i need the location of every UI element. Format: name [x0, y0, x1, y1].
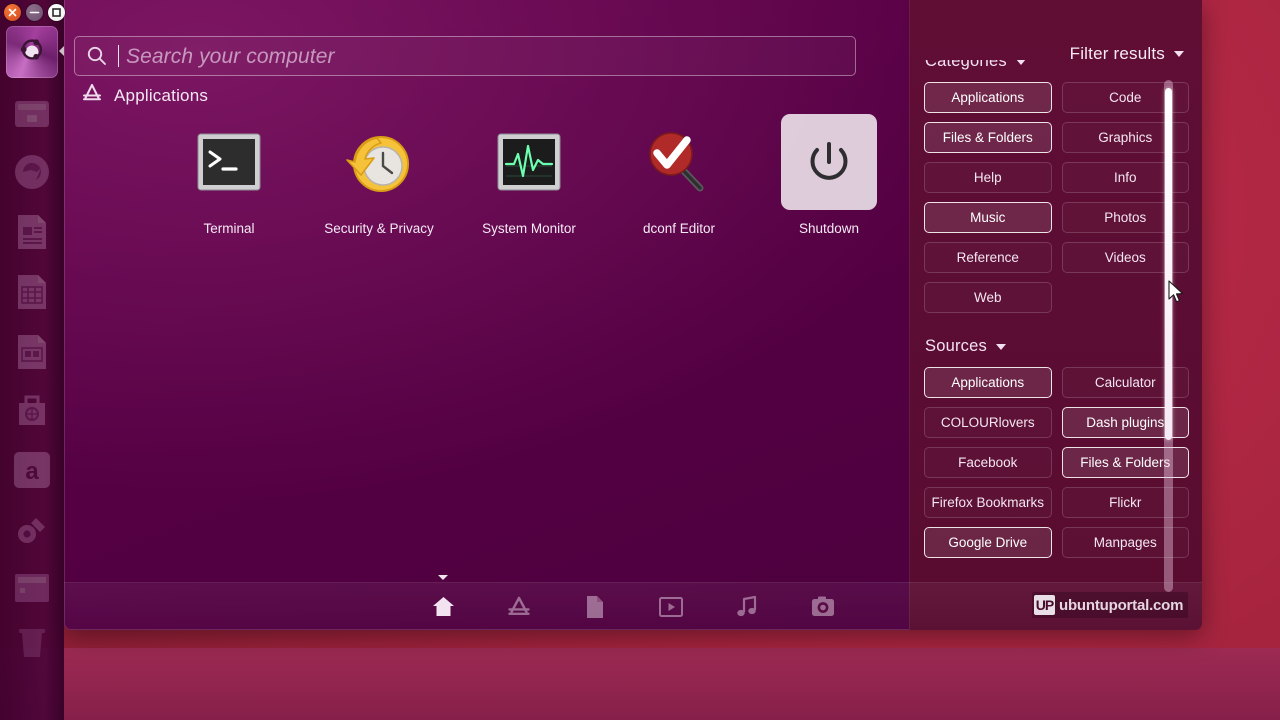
filter-group-header[interactable]: Categories: [924, 60, 1189, 71]
active-lens-caret-icon: [438, 574, 448, 580]
watermark-logo: UP: [1034, 595, 1055, 615]
filter-category-music[interactable]: Music: [924, 202, 1052, 233]
app-tile-shutdown[interactable]: Shutdown: [754, 114, 904, 236]
app-label: Shutdown: [798, 221, 860, 236]
launcher-item-impress[interactable]: [10, 330, 54, 374]
filter-category-files-folders[interactable]: Files & Folders: [924, 122, 1052, 153]
minimize-icon[interactable]: [26, 4, 43, 21]
filter-source-facebook[interactable]: Facebook: [924, 447, 1052, 478]
filter-group-header[interactable]: Sources: [924, 337, 1189, 356]
power-icon: [781, 114, 877, 210]
applications-lens[interactable]: [506, 594, 532, 620]
photos-lens[interactable]: [810, 594, 836, 620]
filter-source-colourlovers[interactable]: COLOURlovers: [924, 407, 1052, 438]
filter-source-google-drive[interactable]: Google Drive: [924, 527, 1052, 558]
text-cursor: [118, 45, 119, 67]
close-icon[interactable]: [4, 4, 21, 21]
window-controls[interactable]: [4, 4, 65, 21]
application-results-grid[interactable]: Terminal Security & Privacy System Monit…: [154, 114, 904, 236]
category-filter-grid[interactable]: Applications Code Files & Folders Graphi…: [924, 82, 1189, 313]
filter-category-web[interactable]: Web: [924, 282, 1052, 313]
launcher-item-amazon[interactable]: a: [10, 448, 54, 492]
launcher-arrow-icon: [59, 46, 64, 56]
ubuntu-logo: [17, 35, 47, 70]
results-section-header: Applications: [82, 84, 208, 107]
filter-group-sources: Sources Applications Calculator COLOURlo…: [910, 337, 1202, 558]
unity-launcher[interactable]: a: [0, 0, 65, 720]
launcher-item-system-settings[interactable]: [10, 508, 54, 552]
filter-category-applications[interactable]: Applications: [924, 82, 1052, 113]
launcher-item-files[interactable]: [10, 92, 54, 136]
chevron-down-icon: [995, 343, 1006, 350]
app-tile-security-privacy[interactable]: Security & Privacy: [304, 114, 454, 236]
launcher-item-firefox[interactable]: [10, 150, 54, 194]
app-tile-dconf-editor[interactable]: dconf Editor: [604, 114, 754, 236]
source-filter-grid[interactable]: Applications Calculator COLOURlovers Das…: [924, 367, 1189, 558]
launcher-item-software-center[interactable]: [10, 388, 54, 432]
launcher-item-workspace-switcher[interactable]: [10, 566, 54, 610]
desktop-wallpaper-lower: [0, 648, 1280, 720]
search-input[interactable]: Search your computer: [74, 36, 856, 76]
filter-category-help[interactable]: Help: [924, 162, 1052, 193]
filter-source-applications[interactable]: Applications: [924, 367, 1052, 398]
music-lens[interactable]: [734, 594, 760, 620]
app-label: dconf Editor: [642, 221, 716, 236]
filter-panel: Filter results Categories Applications C…: [909, 0, 1202, 630]
ubuntu-dash-button[interactable]: [6, 26, 58, 78]
app-label: Security & Privacy: [324, 221, 434, 236]
filter-source-firefox-bookmarks[interactable]: Firefox Bookmarks: [924, 487, 1052, 518]
watermark-text: ubuntuportal.com: [1059, 596, 1184, 614]
chevron-down-icon: [1015, 60, 1026, 65]
security-privacy-icon: [331, 114, 427, 210]
files-lens[interactable]: [582, 594, 608, 620]
unity-dash: Search your computer Applications Termin…: [64, 0, 1202, 630]
filter-scrollbar-thumb[interactable]: [1165, 88, 1172, 440]
app-label: Terminal: [203, 221, 255, 236]
filter-group-title: Categories: [925, 60, 1007, 70]
svg-text:a: a: [25, 458, 39, 485]
applications-lens-icon: [82, 84, 102, 107]
filter-category-reference[interactable]: Reference: [924, 242, 1052, 273]
home-lens[interactable]: [430, 574, 456, 620]
mouse-cursor: [1168, 280, 1185, 310]
search-icon: [86, 45, 108, 67]
launcher-item-writer[interactable]: [10, 210, 54, 254]
watermark: UP ubuntuportal.com: [1032, 592, 1189, 618]
results-section-title: Applications: [114, 85, 209, 105]
maximize-icon[interactable]: [48, 4, 65, 21]
dconf-editor-icon: [631, 114, 727, 210]
search-placeholder: Search your computer: [126, 44, 335, 68]
filter-scroll-area[interactable]: Categories Applications Code Files & Fol…: [910, 60, 1202, 590]
video-lens[interactable]: [658, 594, 684, 620]
launcher-item-calc[interactable]: [10, 270, 54, 314]
app-tile-terminal[interactable]: Terminal: [154, 114, 304, 236]
filter-group-title: Sources: [925, 337, 987, 355]
chevron-down-icon: [1174, 51, 1184, 57]
filter-group-categories: Categories Applications Code Files & Fol…: [910, 60, 1202, 313]
terminal-icon: [181, 114, 277, 210]
system-monitor-icon: [481, 114, 577, 210]
app-label: System Monitor: [482, 221, 576, 236]
app-tile-system-monitor[interactable]: System Monitor: [454, 114, 604, 236]
launcher-item-trash[interactable]: [10, 620, 54, 664]
